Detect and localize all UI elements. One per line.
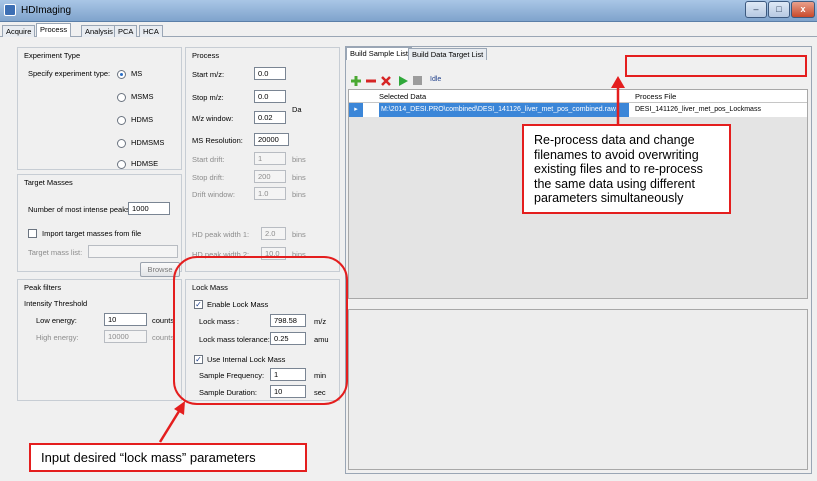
selected-data-cell[interactable]: M:\2014_DESI.PRO\combined\DESI_141126_li… bbox=[379, 103, 629, 117]
panel-title: Process bbox=[192, 51, 220, 60]
num-peaks-label: Number of most intense peaks: bbox=[28, 205, 132, 214]
num-peaks-input[interactable]: 1000 bbox=[128, 202, 170, 215]
experiment-type-label: Specify experiment type: bbox=[28, 69, 111, 78]
drift-window-input[interactable]: 1.0 bbox=[254, 187, 286, 200]
tab-build-sample-list[interactable]: Build Sample List bbox=[346, 47, 412, 60]
radio-hdmsms-label: HDMSMS bbox=[131, 138, 165, 147]
main-tab-bar: Acquire Process Analysis PCA HCA bbox=[0, 22, 817, 38]
sample-list-pane: Build Sample List Build Data Target List… bbox=[345, 46, 812, 474]
tab-hca[interactable]: HCA bbox=[139, 25, 163, 37]
start-mz-label: Start m/z: bbox=[192, 70, 225, 79]
stop-drift-label: Stop drift: bbox=[192, 173, 225, 182]
high-energy-label: High energy: bbox=[36, 333, 79, 342]
process-file-highlight bbox=[625, 55, 807, 77]
status-text: Idle bbox=[430, 76, 442, 83]
hd-peak-width1-label: HD peak width 1: bbox=[192, 230, 250, 239]
radio-hdmse-label: HDMSE bbox=[131, 159, 159, 168]
bins-unit: bins bbox=[292, 230, 306, 239]
lock-mass-highlight bbox=[173, 256, 348, 405]
target-masses-panel: Target Masses Number of most intense pea… bbox=[17, 174, 182, 277]
ms-resolution-label: MS Resolution: bbox=[192, 136, 243, 145]
annotation-arrow-up bbox=[611, 76, 625, 124]
table-row[interactable]: ▸ M:\2014_DESI.PRO\combined\DESI_141126_… bbox=[349, 103, 807, 117]
target-mass-list-label: Target mass list: bbox=[28, 248, 83, 257]
play-icon[interactable] bbox=[397, 75, 409, 86]
panel-title: Experiment Type bbox=[24, 51, 81, 60]
panel-title: Peak filters bbox=[24, 283, 62, 292]
bins-unit: bins bbox=[292, 173, 306, 182]
experiment-type-panel: Experiment Type Specify experiment type:… bbox=[17, 47, 182, 170]
maximize-button[interactable]: □ bbox=[768, 1, 790, 18]
stop-mz-input[interactable]: 0.0 bbox=[254, 90, 286, 103]
target-mass-list-input[interactable] bbox=[88, 245, 178, 258]
start-drift-label: Start drift: bbox=[192, 155, 225, 164]
radio-msms[interactable] bbox=[117, 93, 126, 102]
column-header-selected-data[interactable]: Selected Data bbox=[379, 92, 426, 101]
minimize-button[interactable]: – bbox=[745, 1, 767, 18]
reprocess-callout: Re-process data and change filenames to … bbox=[522, 124, 731, 214]
high-energy-input[interactable]: 10000 bbox=[104, 330, 147, 343]
radio-hdmsms[interactable] bbox=[117, 139, 126, 148]
import-target-checkbox[interactable] bbox=[28, 229, 37, 238]
hd-peak-width1-input[interactable]: 2.0 bbox=[261, 227, 286, 240]
app-icon bbox=[4, 4, 16, 16]
start-mz-input[interactable]: 0.0 bbox=[254, 67, 286, 80]
window-title: HDImaging bbox=[21, 5, 72, 16]
process-file-cell[interactable]: DESI_141126_liver_met_pos_Lockmass bbox=[635, 106, 761, 113]
row-selector-icon[interactable]: ▸ bbox=[349, 103, 363, 117]
low-energy-label: Low energy: bbox=[36, 316, 77, 325]
tab-process[interactable]: Process bbox=[36, 23, 72, 38]
column-header-process-file[interactable]: Process File bbox=[635, 92, 676, 101]
stop-icon[interactable] bbox=[412, 75, 423, 85]
intensity-threshold-label: Intensity Threshold bbox=[24, 299, 88, 308]
low-energy-input[interactable]: 10 bbox=[104, 313, 147, 326]
tab-analysis[interactable]: Analysis bbox=[81, 25, 117, 37]
close-button[interactable]: x bbox=[791, 1, 815, 18]
delete-icon[interactable] bbox=[380, 75, 392, 86]
radio-ms-label: MS bbox=[131, 69, 143, 78]
radio-hdms[interactable] bbox=[117, 116, 126, 125]
bins-unit: bins bbox=[292, 190, 306, 199]
process-panel: Process Start m/z: 0.0 Stop m/z: 0.0 Da … bbox=[185, 47, 340, 272]
counts-unit: counts bbox=[152, 316, 175, 325]
start-drift-input[interactable]: 1 bbox=[254, 152, 286, 165]
bins-unit: bins bbox=[292, 155, 306, 164]
remove-icon[interactable] bbox=[365, 75, 377, 85]
radio-msms-label: MSMS bbox=[131, 92, 154, 101]
lock-mass-callout: Input desired “lock mass” parameters bbox=[29, 443, 307, 472]
counts-unit: counts bbox=[152, 333, 175, 342]
da-unit: Da bbox=[292, 105, 302, 114]
stop-mz-label: Stop m/z: bbox=[192, 93, 224, 102]
annotation-arrow-diagonal bbox=[158, 401, 185, 443]
drift-window-label: Drift window: bbox=[192, 190, 235, 199]
radio-hdmse[interactable] bbox=[117, 160, 126, 169]
tab-pca[interactable]: PCA bbox=[114, 25, 138, 37]
peak-filters-panel: Peak filters Intensity Threshold Low ene… bbox=[17, 279, 182, 401]
panel-title: Target Masses bbox=[24, 178, 73, 187]
tab-build-data-target-list[interactable]: Build Data Target List bbox=[408, 48, 488, 60]
radio-ms[interactable] bbox=[117, 70, 126, 79]
mz-window-input[interactable]: 0.02 bbox=[254, 111, 286, 124]
ms-resolution-input[interactable]: 20000 bbox=[254, 133, 289, 146]
mz-window-label: M/z window: bbox=[192, 114, 234, 123]
table-header: Selected Data Process File bbox=[349, 90, 807, 103]
tab-acquire[interactable]: Acquire bbox=[2, 25, 36, 37]
title-bar: HDImaging – □ x bbox=[0, 0, 817, 22]
detail-panel bbox=[348, 309, 808, 470]
radio-hdms-label: HDMS bbox=[131, 115, 154, 124]
stop-drift-input[interactable]: 200 bbox=[254, 170, 286, 183]
add-icon[interactable] bbox=[350, 75, 364, 86]
import-target-label: Import target masses from file bbox=[42, 229, 142, 238]
